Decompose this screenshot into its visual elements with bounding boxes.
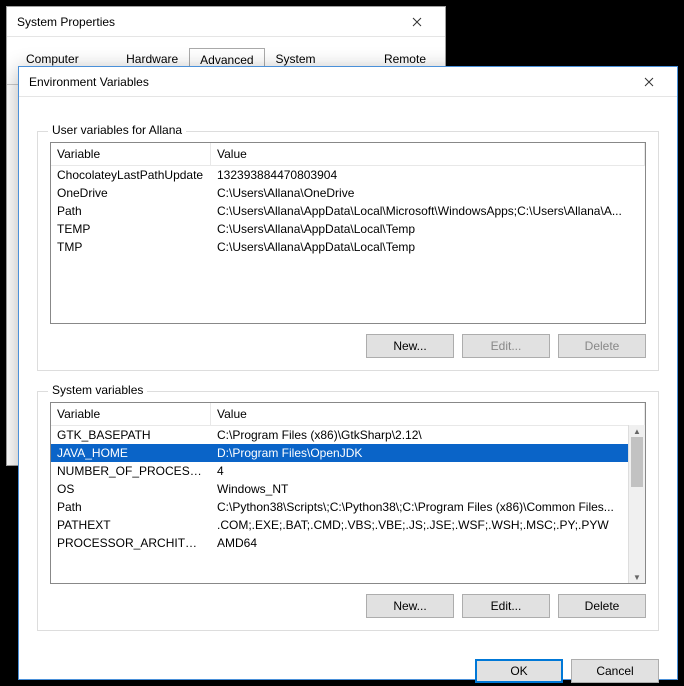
table-row[interactable]: OSWindows_NT <box>51 480 645 498</box>
variable-name: PATHEXT <box>51 516 211 534</box>
variable-value: C:\Users\Allana\AppData\Local\Temp <box>211 238 645 256</box>
scroll-down-icon[interactable]: ▼ <box>629 571 645 583</box>
close-icon <box>644 77 654 87</box>
scroll-thumb[interactable] <box>631 437 643 487</box>
table-row[interactable]: PathC:\Users\Allana\AppData\Local\Micros… <box>51 202 645 220</box>
variable-name: JAVA_HOME <box>51 444 211 462</box>
system-group-label: System variables <box>48 383 147 397</box>
header-variable[interactable]: Variable <box>51 403 211 425</box>
user-edit-button[interactable]: Edit... <box>462 334 550 358</box>
user-variables-group: User variables for Allana Variable Value… <box>37 131 659 371</box>
variable-value: AMD64 <box>211 534 645 552</box>
variable-name: GTK_BASEPATH <box>51 426 211 444</box>
user-group-label: User variables for Allana <box>48 123 186 137</box>
sysprops-titlebar: System Properties <box>7 7 445 37</box>
table-row[interactable]: PATHEXT.COM;.EXE;.BAT;.CMD;.VBS;.VBE;.JS… <box>51 516 645 534</box>
table-row[interactable]: OneDriveC:\Users\Allana\OneDrive <box>51 184 645 202</box>
header-variable[interactable]: Variable <box>51 143 211 165</box>
table-row[interactable]: TEMPC:\Users\Allana\AppData\Local\Temp <box>51 220 645 238</box>
system-variables-list[interactable]: Variable Value GTK_BASEPATHC:\Program Fi… <box>50 402 646 584</box>
header-value[interactable]: Value <box>211 143 645 165</box>
variable-value: C:\Users\Allana\AppData\Local\Temp <box>211 220 645 238</box>
cancel-button[interactable]: Cancel <box>571 659 659 683</box>
variable-name: OS <box>51 480 211 498</box>
variable-name: TMP <box>51 238 211 256</box>
table-row[interactable]: TMPC:\Users\Allana\AppData\Local\Temp <box>51 238 645 256</box>
system-list-scrollbar[interactable]: ▲ ▼ <box>628 425 645 583</box>
table-row[interactable]: ChocolateyLastPathUpdate1323938844708039… <box>51 166 645 184</box>
env-close-button[interactable] <box>629 68 669 96</box>
sysprops-close-button[interactable] <box>397 8 437 36</box>
variable-name: NUMBER_OF_PROCESSORS <box>51 462 211 480</box>
close-icon <box>412 17 422 27</box>
variable-value: 132393884470803904 <box>211 166 645 184</box>
user-delete-button[interactable]: Delete <box>558 334 646 358</box>
table-row[interactable]: JAVA_HOMED:\Program Files\OpenJDK <box>51 444 645 462</box>
table-row[interactable]: PathC:\Python38\Scripts\;C:\Python38\;C:… <box>51 498 645 516</box>
table-row[interactable]: NUMBER_OF_PROCESSORS4 <box>51 462 645 480</box>
system-edit-button[interactable]: Edit... <box>462 594 550 618</box>
list-header: Variable Value <box>51 403 645 426</box>
header-value[interactable]: Value <box>211 403 645 425</box>
sysprops-title: System Properties <box>17 15 115 29</box>
variable-name: Path <box>51 498 211 516</box>
variable-value: Windows_NT <box>211 480 645 498</box>
env-title: Environment Variables <box>29 75 149 89</box>
table-row[interactable]: PROCESSOR_ARCHITECTUREAMD64 <box>51 534 645 552</box>
variable-value: C:\Program Files (x86)\GtkSharp\2.12\ <box>211 426 645 444</box>
variable-name: PROCESSOR_ARCHITECTURE <box>51 534 211 552</box>
variable-value: C:\Users\Allana\OneDrive <box>211 184 645 202</box>
system-variables-group: System variables Variable Value GTK_BASE… <box>37 391 659 631</box>
variable-value: 4 <box>211 462 645 480</box>
system-new-button[interactable]: New... <box>366 594 454 618</box>
variable-value: D:\Program Files\OpenJDK <box>211 444 645 462</box>
list-header: Variable Value <box>51 143 645 166</box>
ok-button[interactable]: OK <box>475 659 563 683</box>
variable-name: Path <box>51 202 211 220</box>
user-new-button[interactable]: New... <box>366 334 454 358</box>
variable-value: .COM;.EXE;.BAT;.CMD;.VBS;.VBE;.JS;.JSE;.… <box>211 516 645 534</box>
user-variables-list[interactable]: Variable Value ChocolateyLastPathUpdate1… <box>50 142 646 324</box>
variable-name: ChocolateyLastPathUpdate <box>51 166 211 184</box>
environment-variables-window: Environment Variables User variables for… <box>18 66 678 680</box>
variable-name: TEMP <box>51 220 211 238</box>
variable-value: C:\Python38\Scripts\;C:\Python38\;C:\Pro… <box>211 498 645 516</box>
variable-name: OneDrive <box>51 184 211 202</box>
scroll-up-icon[interactable]: ▲ <box>629 425 645 437</box>
table-row[interactable]: GTK_BASEPATHC:\Program Files (x86)\GtkSh… <box>51 426 645 444</box>
system-delete-button[interactable]: Delete <box>558 594 646 618</box>
variable-value: C:\Users\Allana\AppData\Local\Microsoft\… <box>211 202 645 220</box>
env-titlebar: Environment Variables <box>19 67 677 97</box>
